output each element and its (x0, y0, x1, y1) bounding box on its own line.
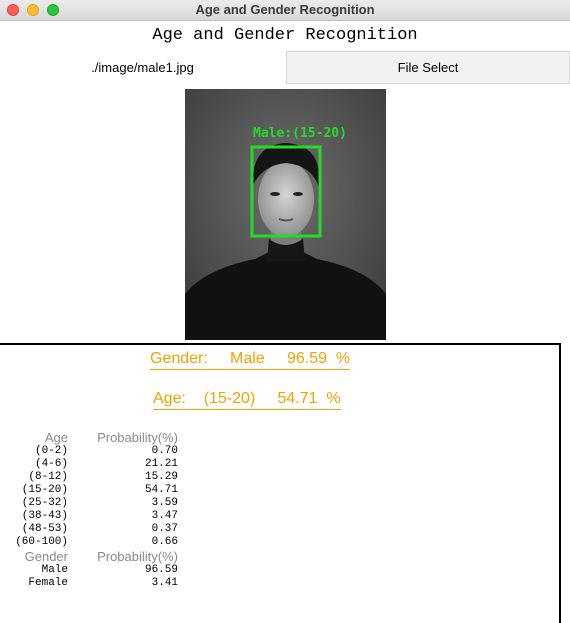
age-probability: 0.37 (151, 523, 178, 535)
results-panel: Gender: Male 96.59 % Age: (15-20) 54.71 … (0, 343, 561, 623)
age-probability-header: Probability(%) (97, 430, 178, 445)
age-label: (60-100) (15, 536, 68, 548)
file-select-button[interactable]: File Select (286, 51, 570, 84)
age-probability: 3.59 (151, 497, 178, 509)
age-probability: 3.47 (151, 510, 178, 522)
age-label: (4-6) (34, 458, 68, 470)
age-label: (15-20) (21, 484, 68, 496)
age-probability: 21.21 (144, 458, 178, 470)
gender-label: Male (41, 564, 68, 576)
age-probability: 0.70 (151, 445, 178, 457)
gender-probability: 3.41 (151, 577, 178, 589)
gender-probability-header: Probability(%) (97, 549, 178, 564)
age-column-header: Age (44, 430, 68, 445)
gender-column-header: Gender (24, 549, 68, 564)
age-label: (0-2) (34, 445, 68, 457)
app-heading: Age and Gender Recognition (152, 26, 418, 45)
age-summary: Age: (15-20) 54.71 % (153, 389, 341, 410)
age-probability: 0.66 (151, 536, 178, 548)
window-title: Age and Gender Recognition (195, 2, 375, 17)
age-label: (48-53) (21, 523, 68, 535)
age-label: (38-43) (21, 510, 68, 522)
file-path-label: ./image/male1.jpg (91, 60, 194, 75)
detection-image: Male:(15-20) (185, 89, 386, 340)
gender-label: Female (28, 577, 68, 589)
detection-label: Male:(15-20) (253, 126, 347, 141)
age-probability: 54.71 (144, 484, 178, 496)
age-probability: 15.29 (144, 471, 178, 483)
gender-summary: Gender: Male 96.59 % (150, 349, 351, 370)
gender-probability: 96.59 (144, 564, 178, 576)
age-label: (25-32) (21, 497, 68, 509)
title-bar: Age and Gender Recognition (0, 0, 570, 21)
age-label: (8-12) (28, 471, 68, 483)
